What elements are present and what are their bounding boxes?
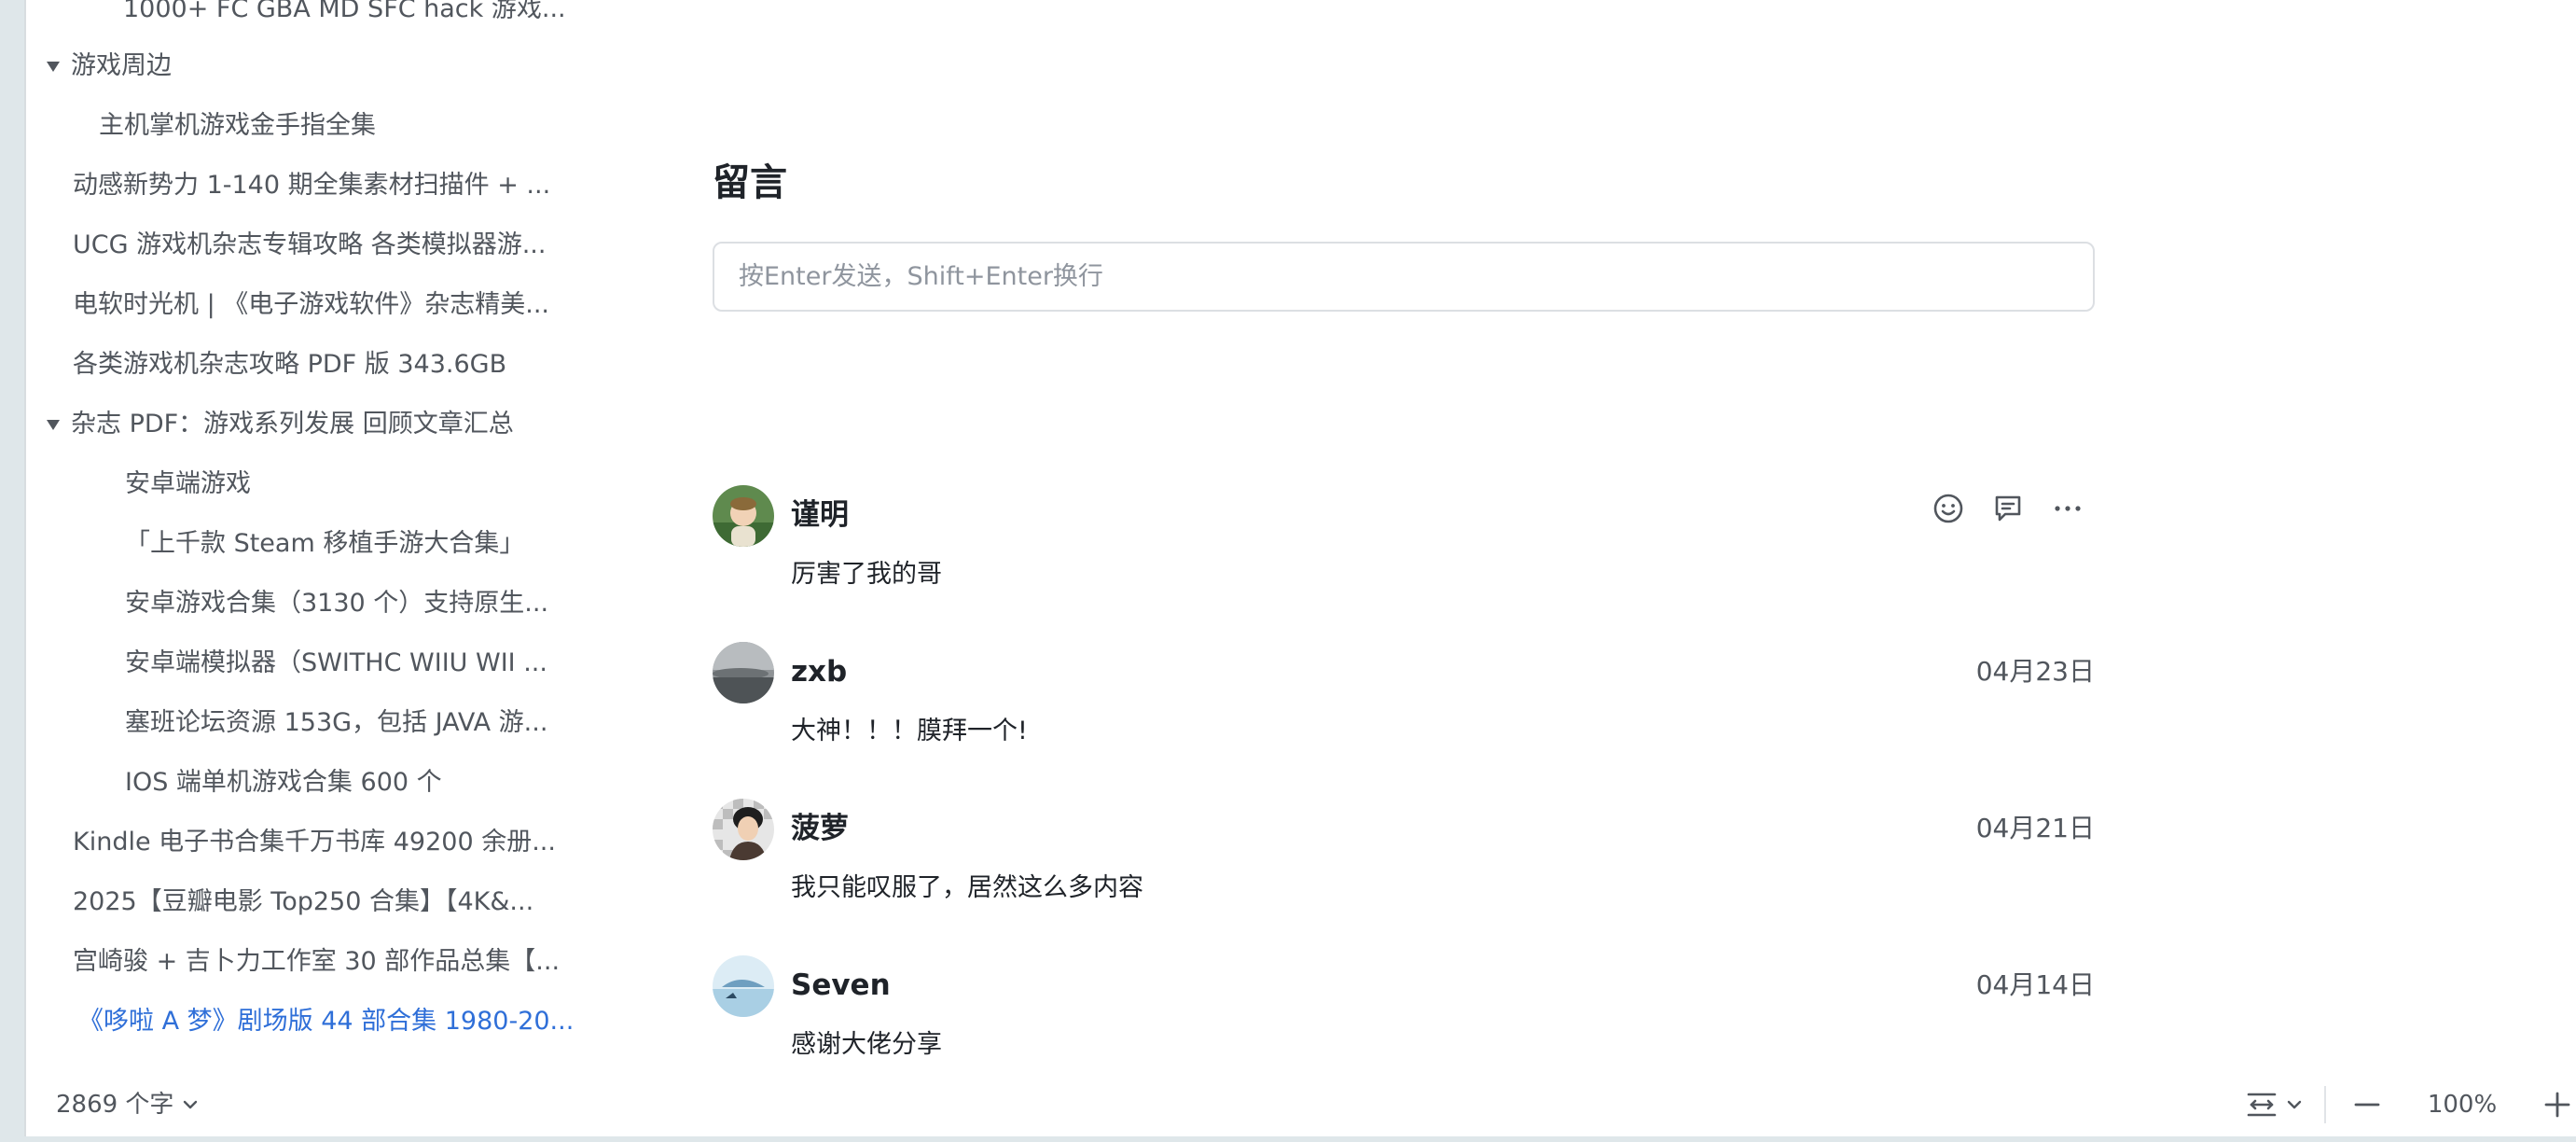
reply-button[interactable] — [1990, 491, 2026, 526]
outline-item-active[interactable]: 《哆啦 A 梦》剧场版 44 部合集 1980-20... — [78, 999, 591, 1044]
photo-avatar-portrait-icon — [713, 799, 774, 860]
outline-group-game-peripherals[interactable]: 游戏周边 — [71, 44, 593, 89]
chevron-down-icon — [184, 1100, 198, 1109]
more-horizontal-icon — [2055, 506, 2081, 511]
comment-input[interactable] — [713, 242, 2095, 312]
outline-group-magazine-pdf[interactable]: 杂志 PDF：游戏系列发展 回顾文章汇总 — [71, 402, 593, 447]
outline-item[interactable]: 安卓游戏合集（3130 个）支持原生... — [125, 581, 582, 626]
avatar[interactable] — [713, 955, 774, 1017]
outline-item[interactable]: 宫崎骏 + 吉卜力工作室 30 部作品总集【... — [73, 940, 586, 984]
avatar[interactable] — [713, 642, 774, 703]
comment-item: Seven 04月14日 感谢大佬分享 — [713, 955, 2095, 1095]
comment-author[interactable]: Seven — [791, 967, 891, 1004]
comment-text: 厉害了我的哥 — [791, 560, 942, 589]
plus-icon — [2544, 1092, 2570, 1118]
zoom-in-button[interactable] — [2539, 1091, 2576, 1119]
comment-date: 04月23日 — [1975, 656, 2095, 687]
word-count-button[interactable]: 2869 个字 — [56, 1086, 198, 1123]
outline-item[interactable]: 「上千款 Steam 移植手游大合集」 — [125, 522, 582, 566]
outline-item-label: 杂志 PDF：游戏系列发展 回顾文章汇总 — [71, 410, 514, 439]
comment-author[interactable]: 菠萝 — [791, 810, 849, 847]
outline-item[interactable]: 电软时光机 | 《电子游戏软件》杂志精美... — [73, 283, 586, 327]
caret-down-icon[interactable] — [47, 420, 60, 430]
avatar[interactable] — [713, 485, 774, 547]
emoji-reaction-button[interactable] — [1931, 491, 1966, 526]
comment-date: 04月14日 — [1975, 969, 2095, 1000]
word-count-label: 2869 个字 — [56, 1091, 174, 1119]
outline-item-label: 游戏周边 — [71, 51, 172, 80]
comment-author[interactable]: zxb — [791, 653, 847, 690]
chevron-down-icon — [2287, 1100, 2302, 1109]
photo-avatar-landscape-icon — [713, 642, 774, 703]
outline-item[interactable]: 安卓端模拟器（SWITHC WIIU WII ... — [125, 641, 582, 686]
comment-text: 我只能叹服了，居然这么多内容 — [791, 873, 1143, 902]
status-divider — [2324, 1086, 2326, 1123]
outline-sidebar: 1000+ FC GBA MD SFC hack 游戏... 游戏周边 主机掌机… — [26, 0, 623, 1064]
comment-text: 大神！！！膜拜一个! — [791, 717, 1028, 745]
comment-author[interactable]: 谨明 — [791, 496, 849, 534]
outline-item[interactable]: 各类游戏机杂志攻略 PDF 版 343.6GB — [73, 342, 586, 387]
zoom-level[interactable]: 100% — [2416, 1091, 2509, 1119]
more-options-button[interactable] — [2050, 491, 2085, 526]
comment-text: 感谢大佬分享 — [791, 1030, 942, 1059]
outline-item[interactable]: 动感新势力 1-140 期全集素材扫描件 + ... — [73, 163, 586, 208]
outline-item[interactable]: 安卓端游戏 — [125, 462, 582, 507]
avatar[interactable] — [713, 799, 774, 860]
smile-icon — [1933, 494, 1963, 523]
outline-item[interactable]: 主机掌机游戏金手指全集 — [99, 104, 584, 148]
outline-item[interactable]: Kindle 电子书合集千万书库 49200 余册... — [73, 820, 586, 865]
outline-item[interactable]: 2025【豆瓣电影 Top250 合集】【4K&... — [73, 880, 586, 925]
outline-item[interactable]: UCG 游戏机杂志专辑攻略 各类模拟器游... — [73, 223, 586, 268]
outline-item[interactable]: IOS 端单机游戏合集 600 个 — [125, 760, 582, 805]
document-window: 1000+ FC GBA MD SFC hack 游戏... 游戏周边 主机掌机… — [24, 0, 2576, 1136]
outline-item[interactable]: 1000+ FC GBA MD SFC hack 游戏... — [123, 0, 589, 32]
minus-icon — [2354, 1103, 2380, 1107]
zoom-out-button[interactable] — [2348, 1091, 2386, 1119]
comment-item: 菠萝 04月21日 我只能叹服了，居然这么多内容 — [713, 799, 2095, 939]
photo-avatar-sea-icon — [713, 955, 774, 1017]
page-width-icon — [2247, 1093, 2277, 1117]
outline-item[interactable]: 塞班论坛资源 153G，包括 JAVA 游... — [125, 701, 582, 745]
status-bar-right: 100% — [2246, 1082, 2576, 1127]
comments-title: 留言 — [713, 161, 787, 204]
comment-actions — [1931, 491, 2085, 526]
page-width-button[interactable] — [2246, 1091, 2302, 1119]
comment-item: 谨明 厉害了我的哥 — [713, 485, 2095, 625]
comment-date: 04月21日 — [1975, 813, 2095, 843]
caret-down-icon[interactable] — [47, 62, 60, 72]
reply-comment-icon — [1995, 495, 2021, 522]
comment-item: zxb 04月23日 大神！！！膜拜一个! — [713, 642, 2095, 782]
photo-avatar-child-icon — [713, 485, 774, 547]
